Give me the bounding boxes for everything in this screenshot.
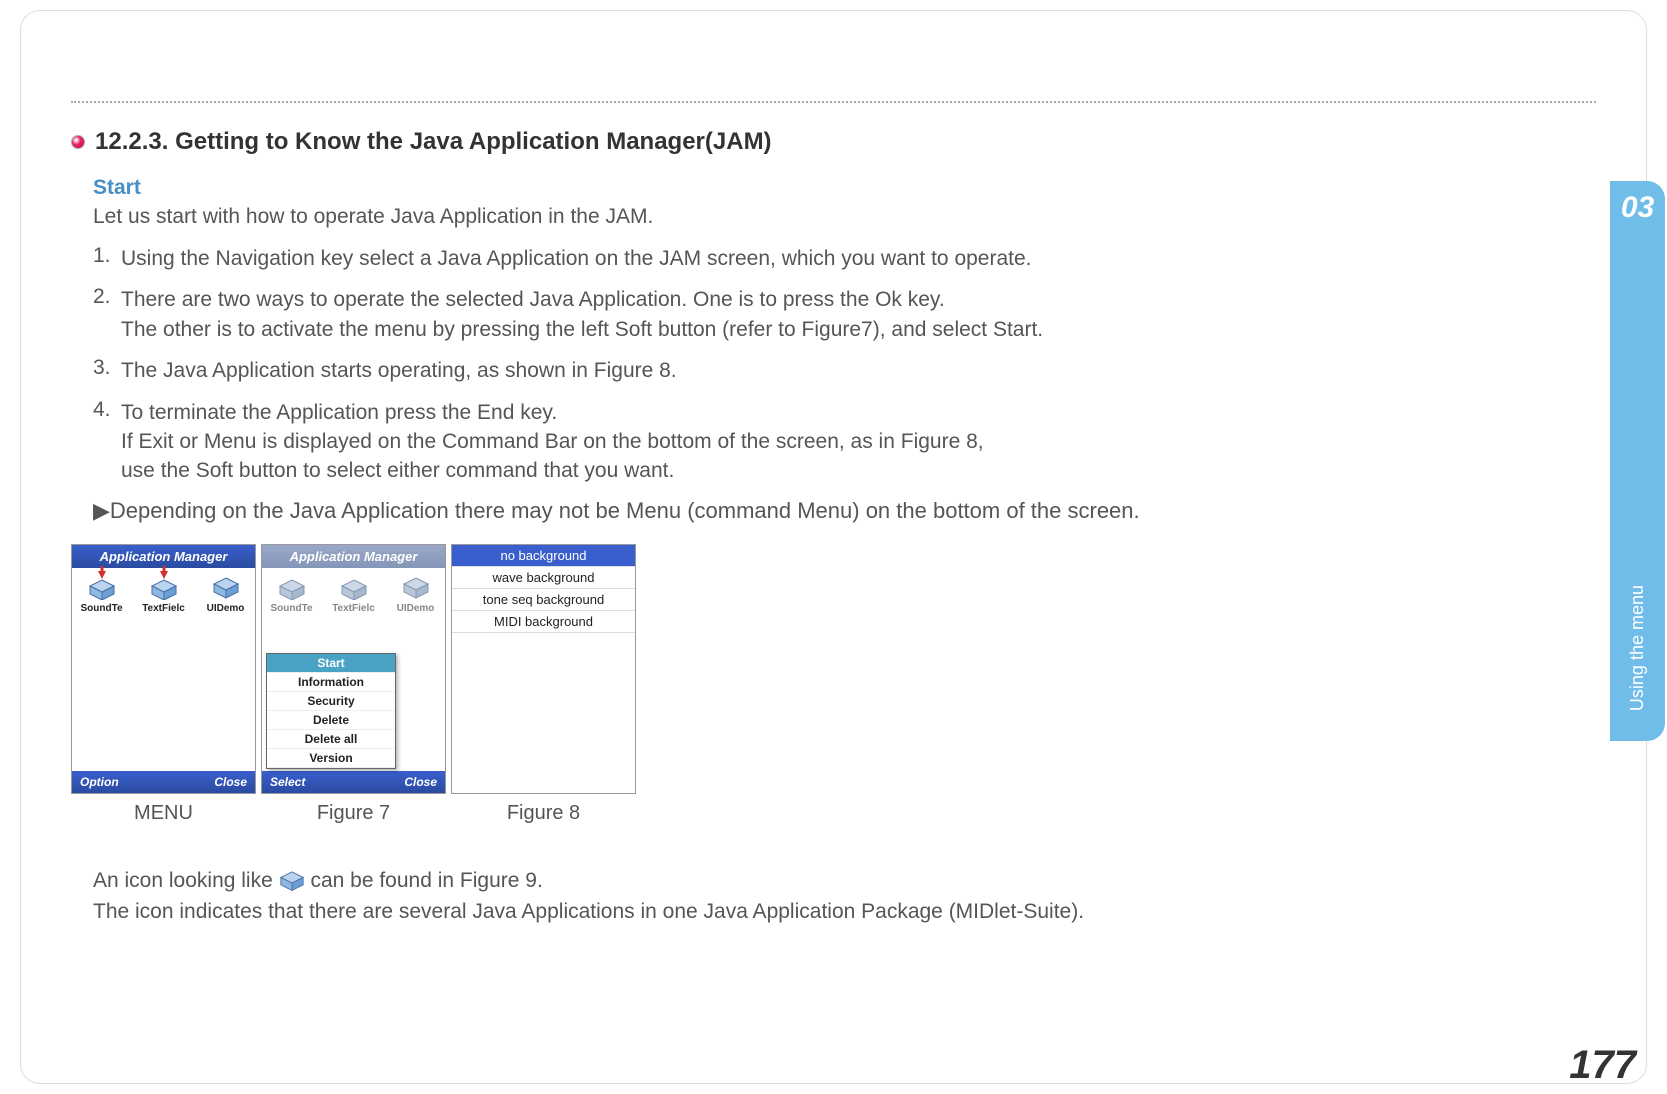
app-icon-row: SoundTe TextFielc UIDemo [262,568,445,618]
menu-item-version: Version [267,749,395,768]
app-icon-soundte: SoundTe [78,576,125,614]
step-3: 3. The Java Application starts operating… [93,356,1596,385]
app-icon-uidemo: UIDemo [392,576,439,614]
divider-line [71,101,1596,103]
box-icon [340,576,368,600]
box-icon [278,576,306,600]
phone-screen-fig7: Application Manager SoundTe TextFielc [261,544,446,794]
box-icon [212,576,240,600]
box-icon [150,576,178,600]
trailing-line1b: can be found in Figure 9. [310,869,542,892]
cmd-right: Close [404,775,437,789]
step-2: 2. There are two ways to operate the sel… [93,285,1596,344]
step-number: 4. [93,398,121,486]
step-text: There are two ways to operate the select… [121,285,1596,344]
sub-heading: Start [93,176,1596,200]
cmd-left: Select [270,775,305,789]
bullet-icon [71,135,85,149]
page-frame: 12.2.3. Getting to Know the Java Applica… [20,10,1647,1084]
step-number: 1. [93,244,121,273]
phone-screen-menu: Application Manager SoundTe [71,544,256,794]
list-item-wave-bg: wave background [452,567,635,589]
step-text: To terminate the Application press the E… [121,398,1596,486]
step-number: 2. [93,285,121,344]
step-text: Using the Navigation key select a Java A… [121,244,1596,273]
heading-text: 12.2.3. Getting to Know the Java Applica… [95,128,772,156]
step-number: 3. [93,356,121,385]
title-bar: Application Manager [262,545,445,568]
figure-caption: MENU [71,802,256,825]
title-bar: Application Manager [72,545,255,568]
chapter-number: 03 [1621,191,1654,225]
app-label: SoundTe [80,603,122,614]
figure-8: no background wave background tone seq b… [451,544,636,825]
page-number: 177 [1569,1043,1636,1088]
menu-item-security: Security [267,692,395,711]
step-text: The Java Application starts operating, a… [121,356,1596,385]
figure-menu: Application Manager SoundTe [71,544,256,825]
app-icon-textfield: TextFielc [140,576,187,614]
app-icon-textfield: TextFielc [330,576,377,614]
app-icon-uidemo: UIDemo [202,576,249,614]
app-label: UIDemo [207,603,245,614]
figure-caption: Figure 7 [261,802,446,825]
package-icon [279,870,305,892]
list-item-midi-bg: MIDI background [452,611,635,633]
app-icon-row: SoundTe TextFielc UIDemo [72,568,255,618]
list-item-no-bg: no background [452,545,635,567]
cmd-right: Close [214,775,247,789]
app-label: SoundTe [270,603,312,614]
box-icon [402,576,430,600]
steps-list: 1. Using the Navigation key select a Jav… [93,244,1596,486]
app-label: TextFielc [142,603,185,614]
popup-menu: Start Information Security Delete Delete… [266,653,396,769]
menu-item-start: Start [267,654,395,673]
box-icon [88,576,116,600]
command-bar: Select Close [262,771,445,793]
trailing-line1a: An icon looking like [93,869,279,892]
phone-screen-fig8: no background wave background tone seq b… [451,544,636,794]
note-text: ▶Depending on the Java Application there… [93,498,1596,524]
chapter-label: Using the menu [1627,585,1648,711]
step-4: 4. To terminate the Application press th… [93,398,1596,486]
app-icon-soundte: SoundTe [268,576,315,614]
app-label: UIDemo [397,603,435,614]
menu-item-delete: Delete [267,711,395,730]
app-label: TextFielc [332,603,375,614]
trailing-line2: The icon indicates that there are severa… [93,900,1084,923]
cmd-left: Option [80,775,119,789]
intro-text: Let us start with how to operate Java Ap… [93,205,1596,229]
figure-7: Application Manager SoundTe TextFielc [261,544,446,825]
menu-item-delete-all: Delete all [267,730,395,749]
list-item-tone-bg: tone seq background [452,589,635,611]
section-heading: 12.2.3. Getting to Know the Java Applica… [71,128,1596,156]
step-1: 1. Using the Navigation key select a Jav… [93,244,1596,273]
figure-caption: Figure 8 [451,802,636,825]
figures-row: Application Manager SoundTe [71,544,1596,825]
trailing-text: An icon looking like can be found in Fig… [93,865,1596,928]
command-bar: Option Close [72,771,255,793]
side-tab: 03 Using the menu [1610,181,1665,741]
menu-item-information: Information [267,673,395,692]
